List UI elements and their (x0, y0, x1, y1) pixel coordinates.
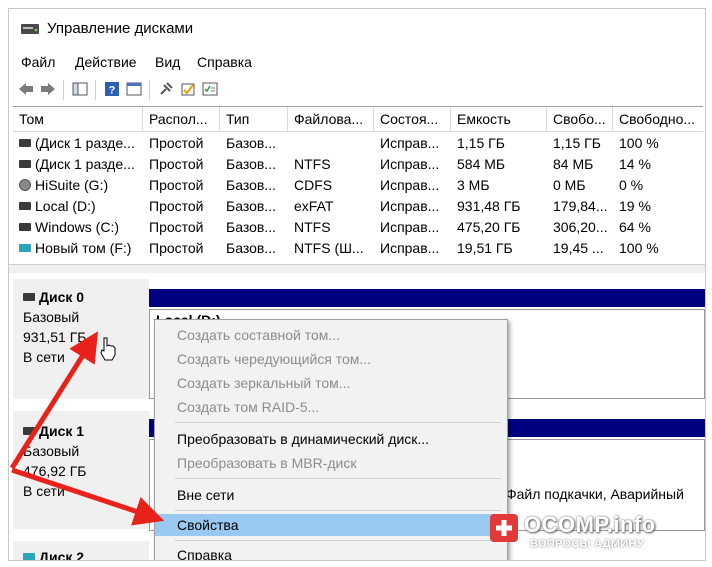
arrow-to-disk-0 (9, 331, 98, 470)
watermark-sub: ВОПРОСЫ АДМИНУ (530, 538, 644, 550)
mouse-cursor-icon (100, 337, 116, 361)
watermark: OCOMP.info ВОПРОСЫ АДМИНУ (490, 512, 708, 554)
arrow-to-properties (11, 467, 165, 526)
watermark-main: OCOMP.info (524, 512, 656, 537)
annotation-arrows (9, 331, 165, 526)
plus-badge-icon (490, 514, 518, 542)
